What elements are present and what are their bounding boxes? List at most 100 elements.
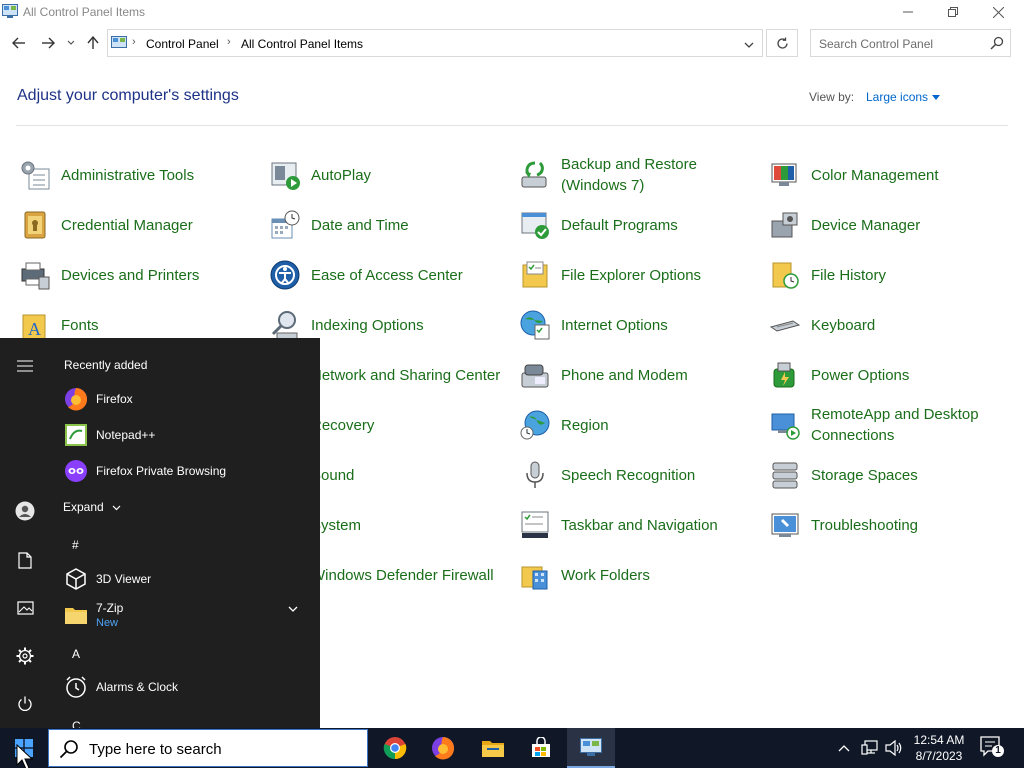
action-center-button[interactable]: 1 <box>980 736 1004 763</box>
item-color-management[interactable]: Color Management <box>768 152 1001 198</box>
app-alarms-and-clock[interactable]: Alarms & Clock <box>64 671 178 703</box>
app-firefox[interactable]: Firefox <box>64 383 133 415</box>
item-keyboard[interactable]: Keyboard <box>768 302 1001 348</box>
expand-button[interactable]: Expand <box>63 500 121 514</box>
network-status-button[interactable] <box>861 728 879 768</box>
forward-button[interactable] <box>37 32 59 54</box>
taskbar-control-panel[interactable] <box>567 728 615 768</box>
arrow-right-icon <box>42 37 55 49</box>
gear-icon <box>16 647 34 665</box>
item-troubleshooting[interactable]: Troubleshooting <box>768 502 1001 548</box>
item-backup-and-restore[interactable]: Backup and Restore (Windows 7) <box>518 152 751 198</box>
item-ease-of-access-center[interactable]: Ease of Access Center <box>268 252 501 298</box>
view-by-label: View by: <box>809 90 855 104</box>
ease-of-access-icon <box>268 258 302 292</box>
item-remoteapp-desktop-connections[interactable]: RemoteApp and Desktop Connections <box>768 402 1001 448</box>
item-credential-manager[interactable]: Credential Manager <box>18 202 251 248</box>
item-label: Date and Time <box>311 216 409 234</box>
item-work-folders[interactable]: Work Folders <box>518 552 751 598</box>
app-name: Firefox Private Browsing <box>96 464 227 478</box>
item-label: Credential Manager <box>61 216 193 234</box>
search-placeholder: Search Control Panel <box>819 37 934 51</box>
chevron-down-icon <box>67 40 75 45</box>
item-file-explorer-options[interactable]: File Explorer Options <box>518 252 751 298</box>
item-default-programs[interactable]: Default Programs <box>518 202 751 248</box>
taskbar-chrome[interactable] <box>371 728 419 768</box>
item-file-history[interactable]: File History <box>768 252 1001 298</box>
app-firefox-private-browsing[interactable]: Firefox Private Browsing <box>64 455 226 487</box>
taskbar-file-explorer[interactable] <box>469 728 517 768</box>
folder-icon <box>64 603 88 627</box>
refresh-button[interactable] <box>766 29 798 57</box>
show-hidden-icons-button[interactable] <box>838 728 850 768</box>
item-device-manager[interactable]: Device Manager <box>768 202 1001 248</box>
address-dropdown-button[interactable] <box>744 36 754 54</box>
close-button[interactable] <box>975 0 1021 24</box>
item-date-and-time[interactable]: Date and Time <box>268 202 501 248</box>
color-management-icon <box>768 158 802 192</box>
item-label: Color Management <box>811 166 939 184</box>
section-header-a[interactable]: A <box>72 647 80 661</box>
view-by-dropdown[interactable]: Large icons <box>866 90 941 104</box>
up-button[interactable] <box>82 32 104 54</box>
item-speech-recognition[interactable]: Speech Recognition <box>518 452 751 498</box>
arrow-up-icon <box>87 36 99 49</box>
restore-button[interactable] <box>930 0 976 24</box>
item-label: Troubleshooting <box>811 516 919 534</box>
app-notepad-plus-plus[interactable]: Notepad++ <box>64 419 155 451</box>
hamburger-menu-button[interactable] <box>13 354 37 378</box>
item-autoplay[interactable]: AutoPlay <box>268 152 501 198</box>
keyboard-icon <box>768 308 802 342</box>
item-power-options[interactable]: Power Options <box>768 352 1001 398</box>
section-header-c[interactable]: C <box>72 719 81 728</box>
breadcrumb-control-panel[interactable]: Control Panel <box>146 37 219 51</box>
minimize-button[interactable] <box>885 0 931 24</box>
control-panel-icon <box>2 4 18 18</box>
app-3d-viewer[interactable]: 3D Viewer <box>64 563 151 595</box>
taskbar-search-box[interactable]: Type here to search <box>48 729 368 767</box>
search-icon <box>990 36 1004 50</box>
item-devices-and-printers[interactable]: Devices and Printers <box>18 252 251 298</box>
address-bar[interactable]: › Control Panel › All Control Panel Item… <box>107 29 763 57</box>
item-region[interactable]: Region <box>518 402 751 448</box>
item-taskbar-and-navigation[interactable]: Taskbar and Navigation <box>518 502 751 548</box>
start-menu-app-list: Recently added Firefox Notepad++ Firefox… <box>50 338 320 728</box>
item-administrative-tools[interactable]: Administrative Tools <box>18 152 251 198</box>
power-button[interactable] <box>13 692 37 716</box>
section-header-hash[interactable]: # <box>72 538 79 552</box>
document-icon <box>18 551 32 569</box>
account-button[interactable] <box>13 499 37 523</box>
item-label: Devices and Printers <box>61 266 200 284</box>
documents-button[interactable] <box>13 548 37 572</box>
pictures-button[interactable] <box>13 596 37 620</box>
search-control-panel-input[interactable]: Search Control Panel <box>810 29 1011 57</box>
volume-button[interactable] <box>885 728 903 768</box>
mouse-cursor-icon <box>16 744 34 768</box>
recently-added-heading: Recently added <box>64 358 148 372</box>
chevron-down-icon <box>744 42 754 48</box>
work-folders-icon <box>518 558 552 592</box>
breadcrumb-all-items[interactable]: All Control Panel Items <box>241 37 363 51</box>
settings-button[interactable] <box>13 644 37 668</box>
divider <box>16 125 1008 126</box>
alarm-clock-icon <box>64 675 88 699</box>
app-7-zip[interactable]: 7-Zip New <box>64 596 123 634</box>
recent-locations-button[interactable] <box>62 32 80 54</box>
item-storage-spaces[interactable]: Storage Spaces <box>768 452 1001 498</box>
notepad-plus-plus-icon <box>64 423 88 447</box>
item-internet-options[interactable]: Internet Options <box>518 302 751 348</box>
remoteapp-icon <box>768 408 802 442</box>
item-phone-and-modem[interactable]: Phone and Modem <box>518 352 751 398</box>
taskbar-firefox[interactable] <box>419 728 467 768</box>
back-button[interactable] <box>8 32 30 54</box>
item-label: Speech Recognition <box>561 466 696 484</box>
pictures-icon <box>16 601 34 615</box>
item-label: Storage Spaces <box>811 466 918 484</box>
taskbar-microsoft-store[interactable] <box>517 728 565 768</box>
app-7zip-label: 7-Zip <box>96 601 124 615</box>
folder-expand-button[interactable] <box>288 600 298 618</box>
item-label: File History <box>811 266 887 284</box>
taskbar-clock[interactable]: 12:54 AM 8/7/2023 <box>908 732 970 764</box>
credential-manager-icon <box>18 208 52 242</box>
control-panel-icon <box>580 738 602 756</box>
